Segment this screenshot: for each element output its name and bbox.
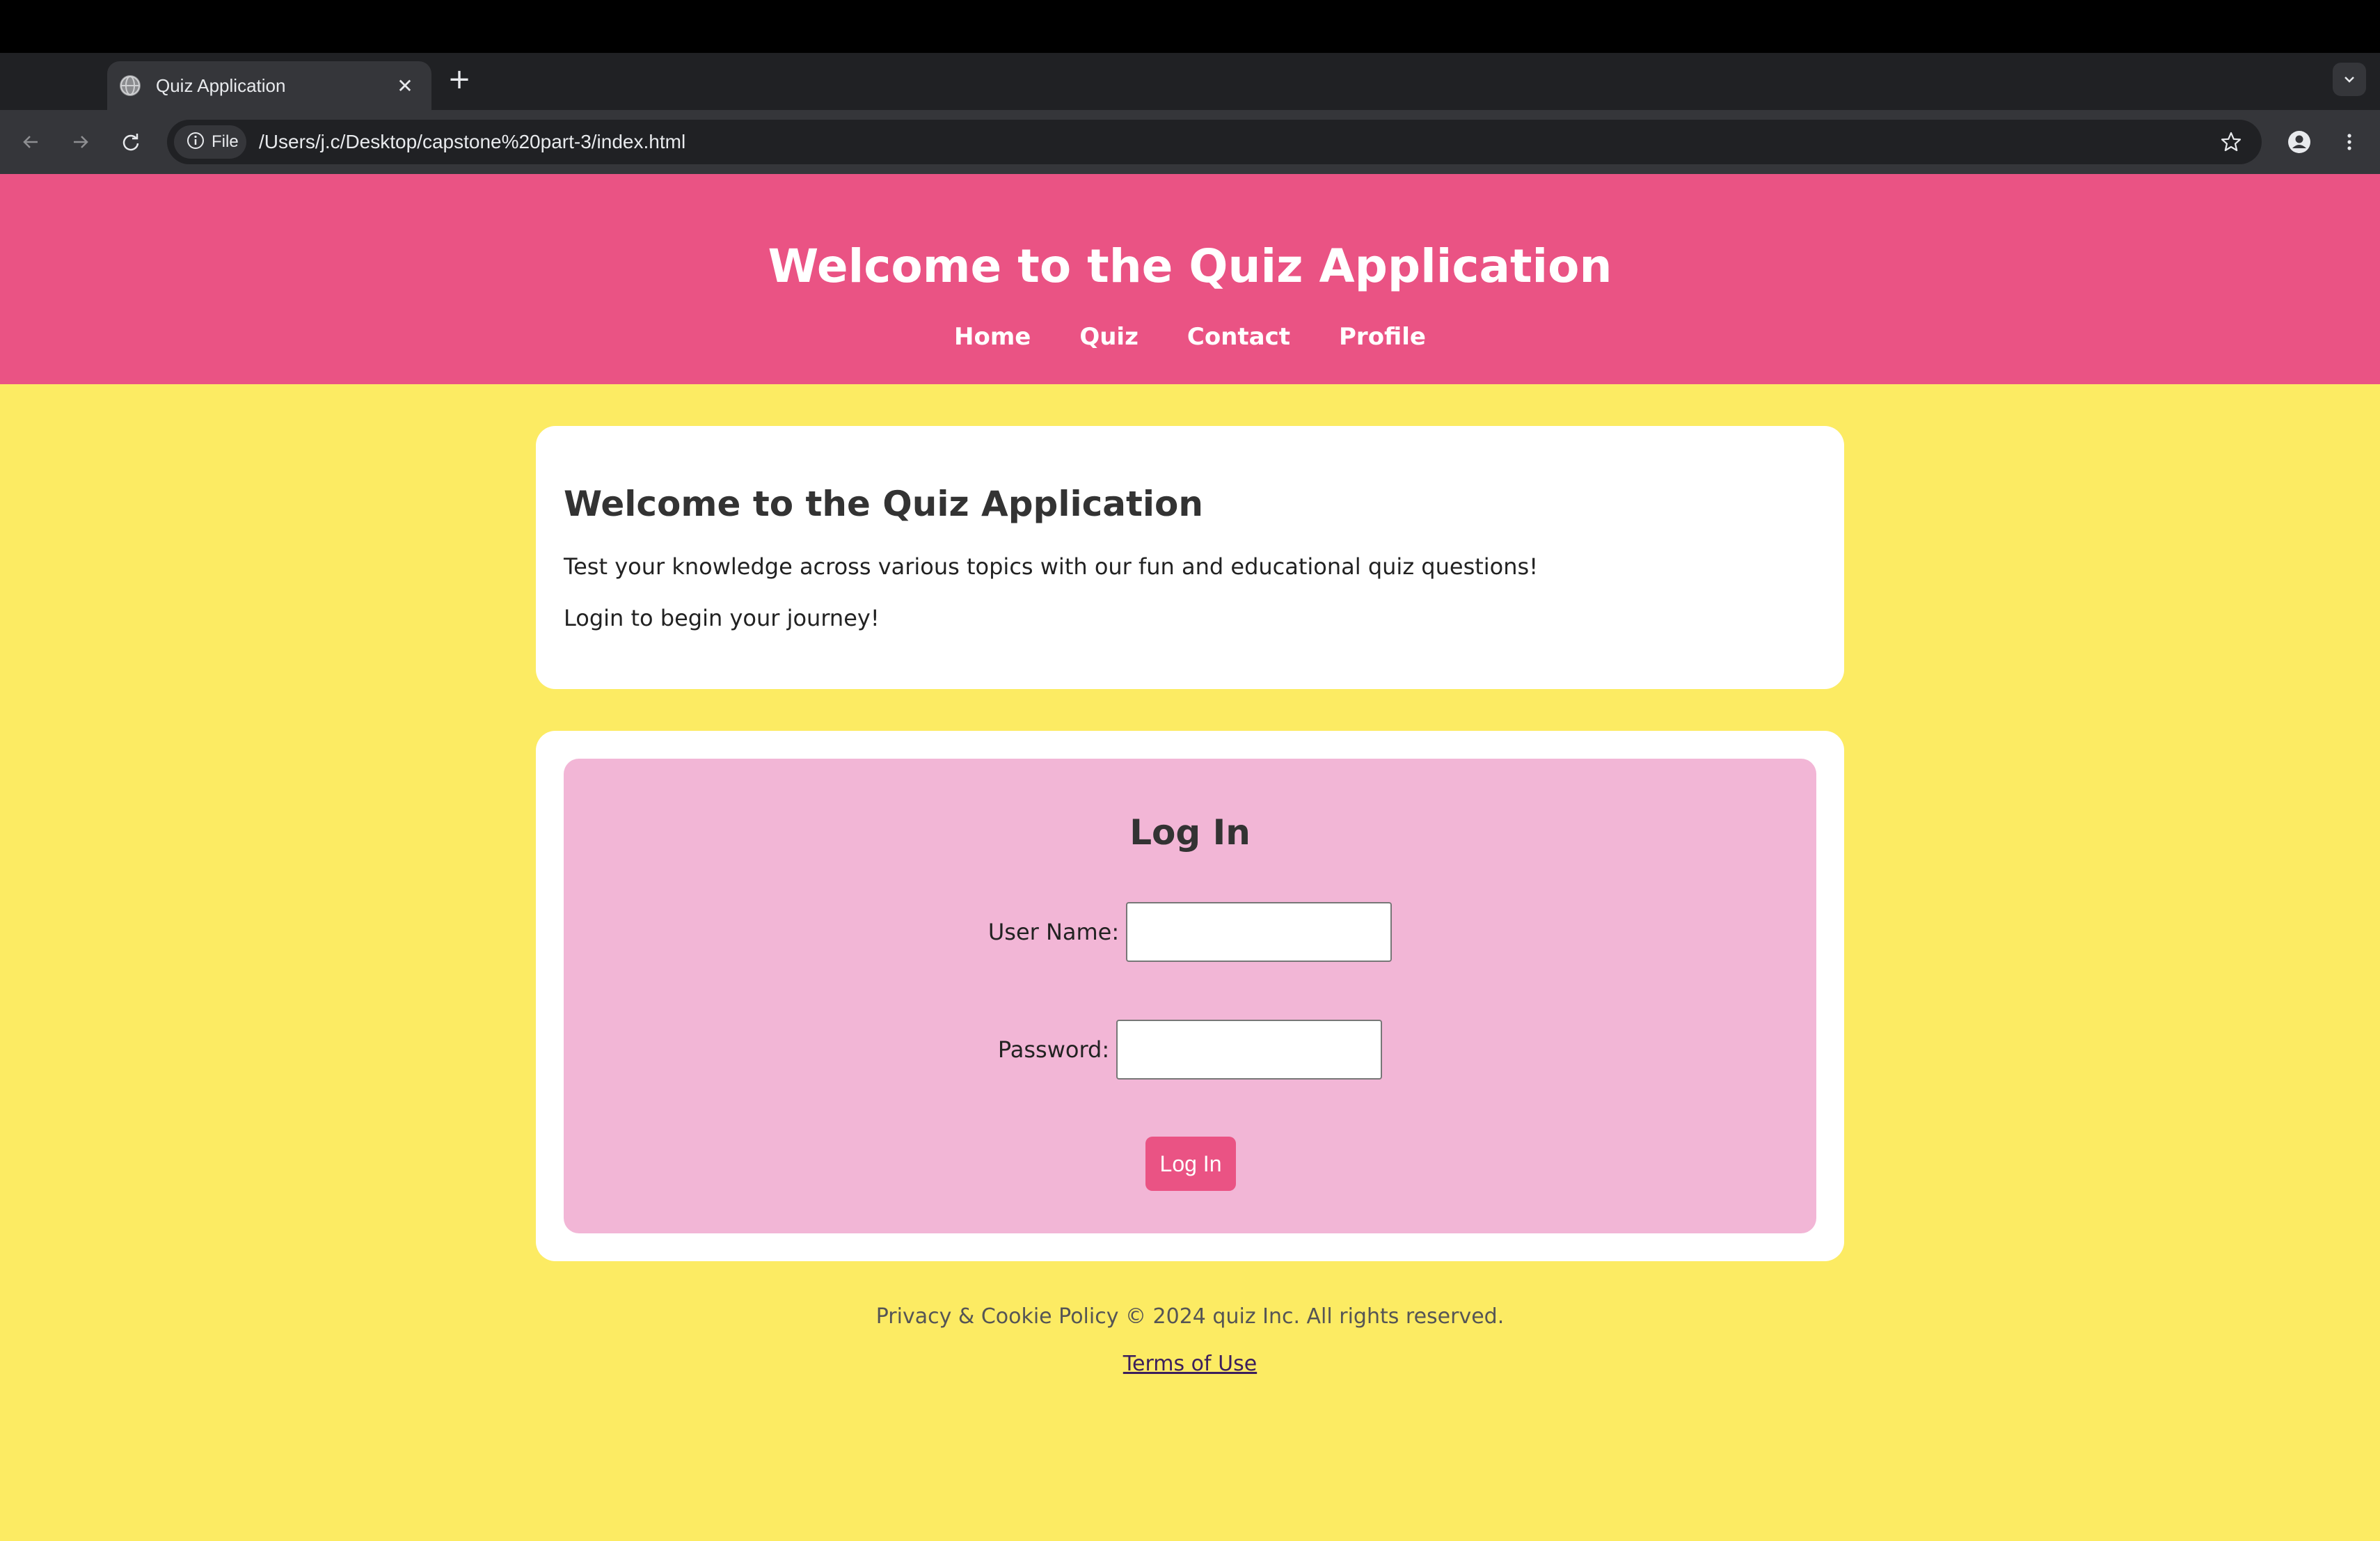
plus-icon[interactable]: + — [445, 63, 473, 95]
tab-title: Quiz Application — [156, 74, 286, 96]
tab-strip: Quiz Application ✕ + — [0, 53, 2380, 110]
password-row: Password: — [564, 1020, 1816, 1080]
info-icon — [187, 132, 205, 152]
os-top-bar — [0, 0, 2380, 53]
browser-toolbar: File /Users/j.c/Desktop/capstone%20part-… — [0, 110, 2380, 174]
password-input[interactable] — [1116, 1020, 1383, 1080]
main-nav: Home Quiz Contact Profile — [0, 323, 2380, 351]
footer-copyright: Privacy & Cookie Policy © 2024 quiz Inc.… — [875, 1304, 1505, 1329]
username-row: User Name: — [564, 902, 1816, 962]
url-text[interactable]: /Users/j.c/Desktop/capstone%20part-3/ind… — [259, 120, 685, 164]
login-card: Log In User Name: Password: Log In — [536, 731, 1844, 1261]
username-label: User Name: — [987, 919, 1120, 945]
login-button[interactable]: Log In — [1145, 1137, 1236, 1191]
welcome-description: Test your knowledge across various topic… — [564, 553, 1539, 580]
login-form: Log In User Name: Password: Log In — [564, 759, 1816, 1233]
welcome-cta-text: Login to begin your journey! — [564, 605, 880, 631]
address-bar[interactable]: File /Users/j.c/Desktop/capstone%20part-… — [167, 120, 2262, 164]
globe-icon — [120, 75, 141, 96]
password-label: Password: — [997, 1036, 1110, 1063]
chevron-down-icon[interactable] — [2333, 63, 2366, 96]
terms-of-use-link[interactable]: Terms of Use — [1123, 1346, 1257, 1382]
nav-home-link[interactable]: Home — [954, 323, 1031, 351]
back-icon[interactable] — [14, 125, 47, 159]
reload-icon[interactable] — [114, 125, 148, 159]
profile-icon[interactable] — [2283, 125, 2316, 159]
nav-profile-link[interactable]: Profile — [1339, 323, 1426, 351]
welcome-heading: Welcome to the Quiz Application — [564, 484, 1203, 524]
site-header: Welcome to the Quiz Application Home Qui… — [0, 174, 2380, 384]
site-footer: Privacy & Cookie Policy © 2024 quiz Inc.… — [0, 1299, 2380, 1382]
site-title: Welcome to the Quiz Application — [768, 239, 1612, 293]
nav-contact-link[interactable]: Contact — [1187, 323, 1290, 351]
close-icon[interactable]: ✕ — [392, 73, 418, 98]
forward-icon[interactable] — [64, 125, 97, 159]
welcome-card: Welcome to the Quiz Application Test you… — [536, 426, 1844, 689]
browser-tab[interactable]: Quiz Application ✕ — [107, 61, 431, 110]
star-icon[interactable] — [2214, 125, 2248, 159]
site-info-chip[interactable]: File — [174, 125, 246, 159]
more-vert-icon[interactable] — [2333, 125, 2366, 159]
login-heading: Log In — [1129, 812, 1251, 853]
nav-quiz-link[interactable]: Quiz — [1079, 323, 1139, 351]
file-chip-label: File — [212, 132, 239, 151]
username-input[interactable] — [1126, 902, 1393, 962]
